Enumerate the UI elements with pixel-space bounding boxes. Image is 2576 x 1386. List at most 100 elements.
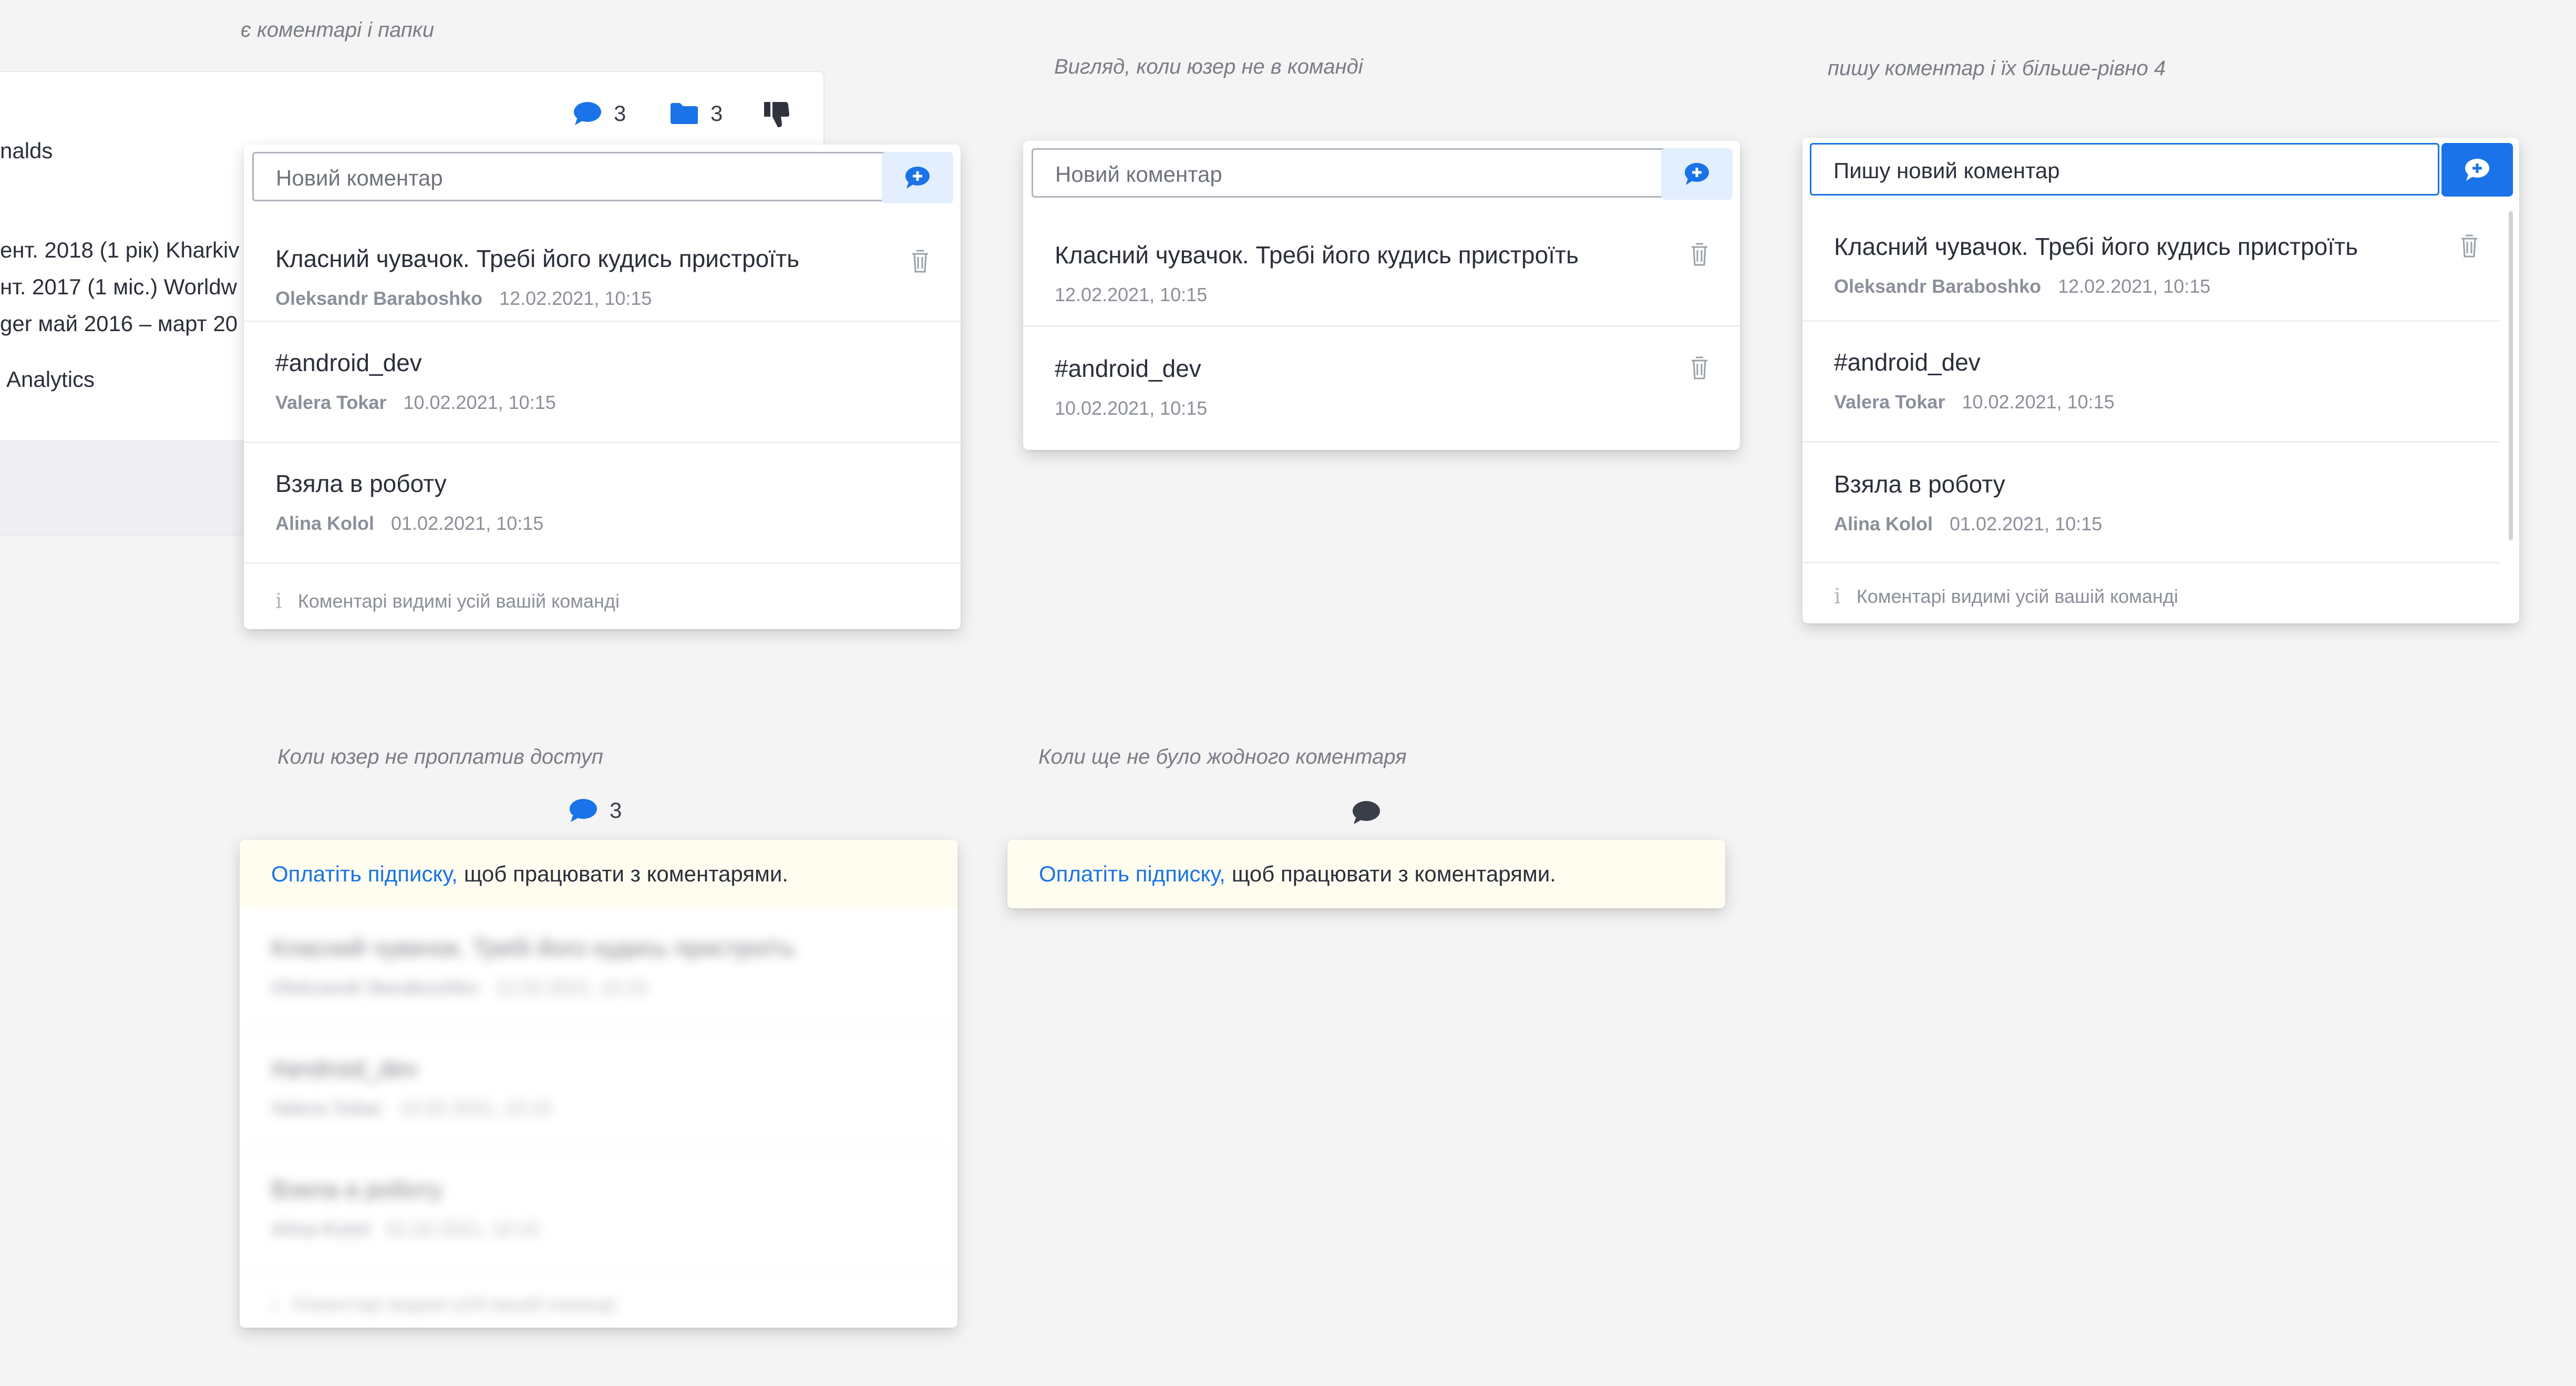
comment-meta: Alina Kolol 01.02.2021, 10:15 [271, 1218, 926, 1240]
comment-date: 10.02.2021, 10:15 [403, 392, 556, 413]
comment-list-scrollbar[interactable] [2509, 211, 2513, 540]
trash-icon[interactable] [1691, 356, 1708, 379]
comments-counter[interactable]: 3 [573, 101, 626, 126]
comment-item: Класний чувачок. Требі його кудись прист… [1023, 209, 1740, 327]
comment-author: Alina Kolol [1834, 513, 1933, 535]
comment-text: Взяла в роботу [271, 1176, 442, 1203]
send-comment-button[interactable] [882, 152, 953, 203]
comments-popover-folders: Новий коментар Класний чувачок. Требі йо… [244, 145, 961, 629]
comment-text: Класний чувачок. Требі його кудись прист… [271, 934, 796, 961]
paywall-banner: Оплатіть підписку, щоб працювати з комен… [240, 840, 957, 908]
comment-author: Valera Tokar [275, 392, 387, 413]
comments-popover-typing: Пишу новий коментар Класний чувачок. Тре… [1802, 138, 2519, 623]
comment-date: 01.02.2021, 10:15 [387, 1218, 540, 1240]
visibility-note: i Коментарі видимі усій вашій команді [1834, 584, 2178, 609]
blurred-comments: Класний чувачок. Требі його кудись прист… [240, 908, 957, 1323]
trash-icon[interactable] [911, 250, 929, 273]
comments-count: 3 [614, 101, 626, 126]
comment-meta: Valera Tokar 10.02.2021, 10:15 [275, 392, 929, 414]
comment-date: 12.02.2021, 10:15 [1055, 284, 1208, 305]
comment-date: 12.02.2021, 10:15 [499, 288, 652, 309]
comment-date: 12.02.2021, 10:15 [495, 977, 648, 998]
comment-text: #android_dev [1055, 355, 1201, 382]
comment-date: 10.02.2021, 10:15 [1962, 391, 2115, 413]
comment-item: Взяла в роботу Alina Kolol 01.02.2021, 10… [1802, 443, 2499, 563]
new-comment-bar: Новий коментар [244, 145, 961, 213]
caption-folders: є коментарі і папки [241, 18, 435, 42]
profile-skill: Analytics [6, 367, 95, 392]
comment-author: Valera Tokar [271, 1097, 383, 1119]
comment-author: Oleksandr Baraboshko [271, 977, 479, 998]
folder-icon [671, 103, 698, 124]
comment-list[interactable]: Класний чувачок. Требі його кудись прист… [1802, 206, 2499, 563]
comment-text: Класний чувачок. Требі його кудись прист… [275, 245, 800, 272]
thumbs-down-icon[interactable] [763, 100, 791, 128]
comments-popover-empty-unpaid: Оплатіть підписку, щоб працювати з комен… [1007, 840, 1725, 908]
comment-author: Alina Kolol [275, 512, 374, 534]
info-icon: i [1834, 584, 1841, 609]
caption-unpaid: Коли юзер не проплатив доступ [277, 745, 603, 768]
new-comment-input[interactable]: Новий коментар [252, 152, 908, 201]
trash-icon[interactable] [2460, 234, 2478, 258]
comment-item: #android_dev Valera Tokar 10.02.2021, 10:… [240, 1029, 957, 1150]
new-comment-input[interactable]: Пишу новий коментар [1810, 143, 2439, 196]
visibility-note-text: Коментарі видимі усій вашій команді [293, 1293, 615, 1315]
visibility-note: i Коментарі видимі усій вашій команді [271, 1292, 615, 1316]
trash-icon[interactable] [1691, 243, 1708, 266]
comment-text: Взяла в роботу [275, 470, 447, 497]
send-comment-button[interactable] [2441, 143, 2513, 197]
caption-no-comments: Коли ще не було жодного коментаря [1038, 745, 1407, 768]
comment-item: Взяла в роботу Alina Kolol 01.02.2021, 10… [240, 1150, 957, 1271]
comments-popover-unpaid: Оплатіть підписку, щоб працювати з комен… [240, 840, 957, 1328]
comment-item: #android_dev Valera Tokar 10.02.2021, 10:… [244, 322, 961, 443]
pay-subscription-link[interactable]: Оплатіть підписку, [271, 861, 458, 887]
paywall-text: щоб працювати з коментарями. [463, 861, 788, 886]
visibility-note: i Коментарі видимі усій вашій команді [275, 589, 620, 613]
info-icon: i [271, 1292, 278, 1316]
comment-text: Взяла в роботу [1834, 470, 2005, 498]
comment-text: Класний чувачок. Требі його кудись прист… [1834, 233, 2358, 260]
comment-author: Oleksandr Baraboshko [1834, 275, 2042, 297]
comment-author: Valera Tokar [1834, 391, 1945, 413]
visibility-note-text: Коментарі видимі усій вашій команді [1856, 586, 2178, 607]
comment-meta: Alina Kolol 01.02.2021, 10:15 [1834, 513, 2468, 535]
comment-date: 01.02.2021, 10:15 [391, 512, 544, 534]
new-comment-bar: Пишу новий коментар [1802, 138, 2519, 206]
comment-meta: Valera Tokar 10.02.2021, 10:15 [1834, 391, 2468, 413]
pay-subscription-link[interactable]: Оплатіть підписку, [1039, 861, 1225, 887]
new-comment-bar: Новий коментар [1023, 141, 1740, 209]
folders-count: 3 [710, 101, 723, 126]
comment-item: #android_dev 10.02.2021, 10:15 [1023, 327, 1740, 448]
comment-date: 10.02.2021, 10:15 [1055, 397, 1208, 419]
comment-meta: Oleksandr Baraboshko 12.02.2021, 10:15 [271, 977, 926, 999]
comment-text: #android_dev [275, 349, 422, 376]
comment-text: #android_dev [1834, 348, 1981, 376]
comment-item: Класний чувачок. Требі його кудись прист… [1802, 206, 2499, 322]
profile-job-3: ger май 2016 – март 20 [0, 311, 238, 336]
info-icon: i [275, 589, 282, 613]
comments-counter-unpaid[interactable]: 3 [569, 798, 622, 823]
new-comment-input[interactable]: Новий коментар [1032, 148, 1687, 198]
send-comment-button[interactable] [1661, 148, 1733, 200]
comment-meta: Alina Kolol 01.02.2021, 10:15 [275, 512, 929, 535]
comment-text: Класний чувачок. Требі його кудись прист… [1055, 241, 1579, 269]
comment-bubble-icon-empty[interactable] [1352, 800, 1381, 825]
profile-job-1: ент. 2018 (1 рік) Kharkiv [0, 238, 240, 262]
comment-item: #android_dev Valera Tokar 10.02.2021, 10:… [1802, 322, 2499, 443]
comment-date: 12.02.2021, 10:15 [2058, 275, 2211, 297]
comments-count: 3 [610, 798, 622, 823]
comment-bubble-icon [574, 102, 601, 125]
caption-writing: пишу коментар і їх більше-рівно 4 [1828, 57, 2166, 80]
comment-meta: Valera Tokar 10.02.2021, 10:15 [271, 1097, 926, 1120]
profile-name-fragment: nalds [0, 138, 53, 163]
send-comment-icon [1685, 163, 1709, 185]
caption-not-in-team: Вигляд, коли юзер не в команді [1054, 55, 1363, 78]
comment-item: Взяла в роботу Alina Kolol 01.02.2021, 10… [244, 443, 961, 564]
paywall-banner: Оплатіть підписку, щоб працювати з комен… [1007, 840, 1725, 908]
comment-item: Класний чувачок. Требі його кудись прист… [244, 223, 961, 322]
send-comment-icon [2465, 159, 2489, 181]
folders-counter[interactable]: 3 [669, 101, 723, 126]
comment-bubble-icon [570, 799, 597, 822]
visibility-note-text: Коментарі видимі усій вашій команді [297, 590, 620, 612]
comment-date: 01.02.2021, 10:15 [1950, 513, 2103, 535]
